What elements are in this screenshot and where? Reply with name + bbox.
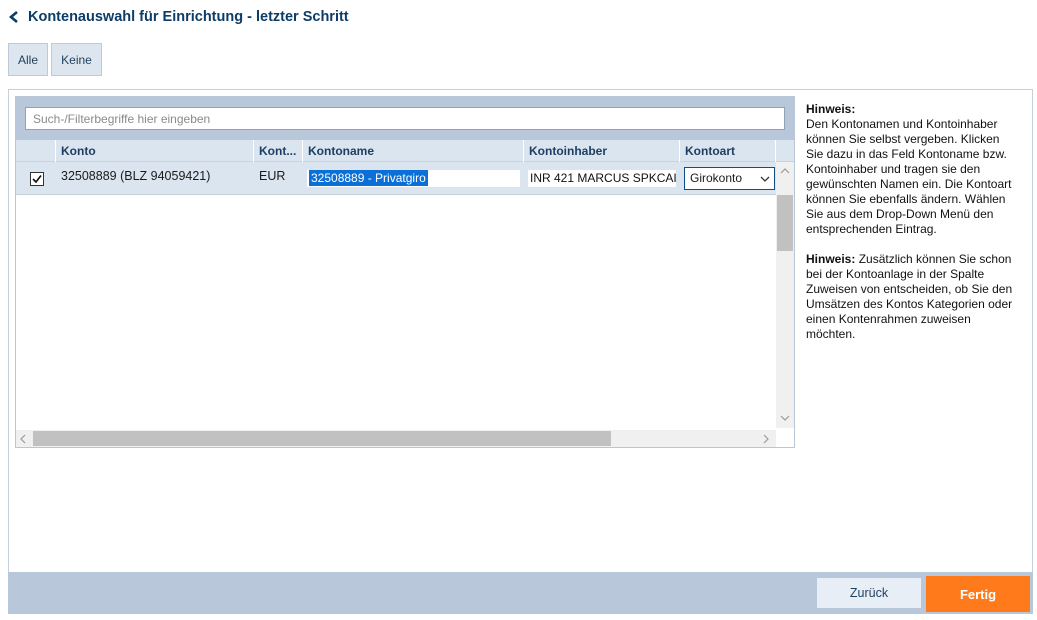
scroll-up-icon[interactable]	[780, 167, 790, 175]
vertical-scrollbar[interactable]	[776, 162, 794, 428]
search-input[interactable]	[25, 107, 785, 130]
vertical-scroll-thumb[interactable]	[777, 195, 793, 251]
column-header-spacer	[776, 140, 794, 162]
column-header-currency[interactable]: Kont...	[254, 140, 303, 162]
finish-button[interactable]: Fertig	[926, 576, 1030, 612]
hint-2: Hinweis: Zusätzlich können Sie schon bei…	[806, 252, 1014, 342]
column-header-kontoart[interactable]: Kontoart	[680, 140, 776, 162]
checkmark-icon	[32, 175, 42, 184]
column-header-kontoname[interactable]: Kontoname	[303, 140, 524, 162]
page-header: Kontenauswahl für Einrichtung - letzter …	[8, 7, 349, 27]
row-checkbox[interactable]	[30, 172, 44, 186]
select-none-button[interactable]: Keine	[51, 43, 102, 76]
column-header-checkbox	[16, 140, 56, 162]
accounts-grid: Konto Kont... Kontoname Kontoinhaber Kon…	[15, 96, 795, 448]
chevron-left-icon[interactable]	[8, 10, 20, 24]
hint-1-label: Hinweis:	[806, 102, 856, 116]
scroll-down-icon[interactable]	[780, 414, 790, 422]
column-header-kontoinhaber[interactable]: Kontoinhaber	[524, 140, 680, 162]
select-all-button[interactable]: Alle	[8, 43, 48, 76]
cell-currency: EUR	[259, 169, 286, 183]
cell-konto: 32508889 (BLZ 94059421)	[61, 169, 211, 183]
scroll-left-icon[interactable]	[19, 434, 27, 444]
search-bar	[16, 97, 794, 140]
kontoart-select[interactable]: Girokonto	[684, 167, 775, 190]
hint-panel: Hinweis: Den Kontonamen und Kontoinhaber…	[806, 102, 1014, 357]
kontoinhaber-input[interactable]: INR 421 MARCUS SPKCAI	[528, 170, 676, 187]
kontoart-value: Girokonto	[690, 171, 743, 185]
table-row[interactable]: 32508889 (BLZ 94059421) EUR 32508889 - P…	[16, 162, 776, 195]
page-title: Kontenauswahl für Einrichtung - letzter …	[28, 9, 349, 25]
horizontal-scrollbar[interactable]	[16, 430, 776, 447]
hint-1-text: Den Kontonamen und Kontoinhaber können S…	[806, 117, 1012, 236]
chevron-down-icon	[760, 176, 770, 182]
hint-2-label: Hinweis:	[806, 252, 856, 266]
footer-bar: Zurück Fertig	[8, 572, 1033, 614]
hint-1: Hinweis: Den Kontonamen und Kontoinhaber…	[806, 102, 1014, 237]
scroll-right-icon[interactable]	[762, 434, 770, 444]
column-header-row: Konto Kont... Kontoname Kontoinhaber Kon…	[16, 140, 794, 162]
column-header-konto[interactable]: Konto	[56, 140, 254, 162]
horizontal-scroll-thumb[interactable]	[33, 431, 611, 446]
back-button[interactable]: Zurück	[817, 578, 921, 608]
kontoname-value: 32508889 - Privatgiro	[309, 170, 428, 186]
kontoname-input[interactable]: 32508889 - Privatgiro	[307, 170, 520, 187]
